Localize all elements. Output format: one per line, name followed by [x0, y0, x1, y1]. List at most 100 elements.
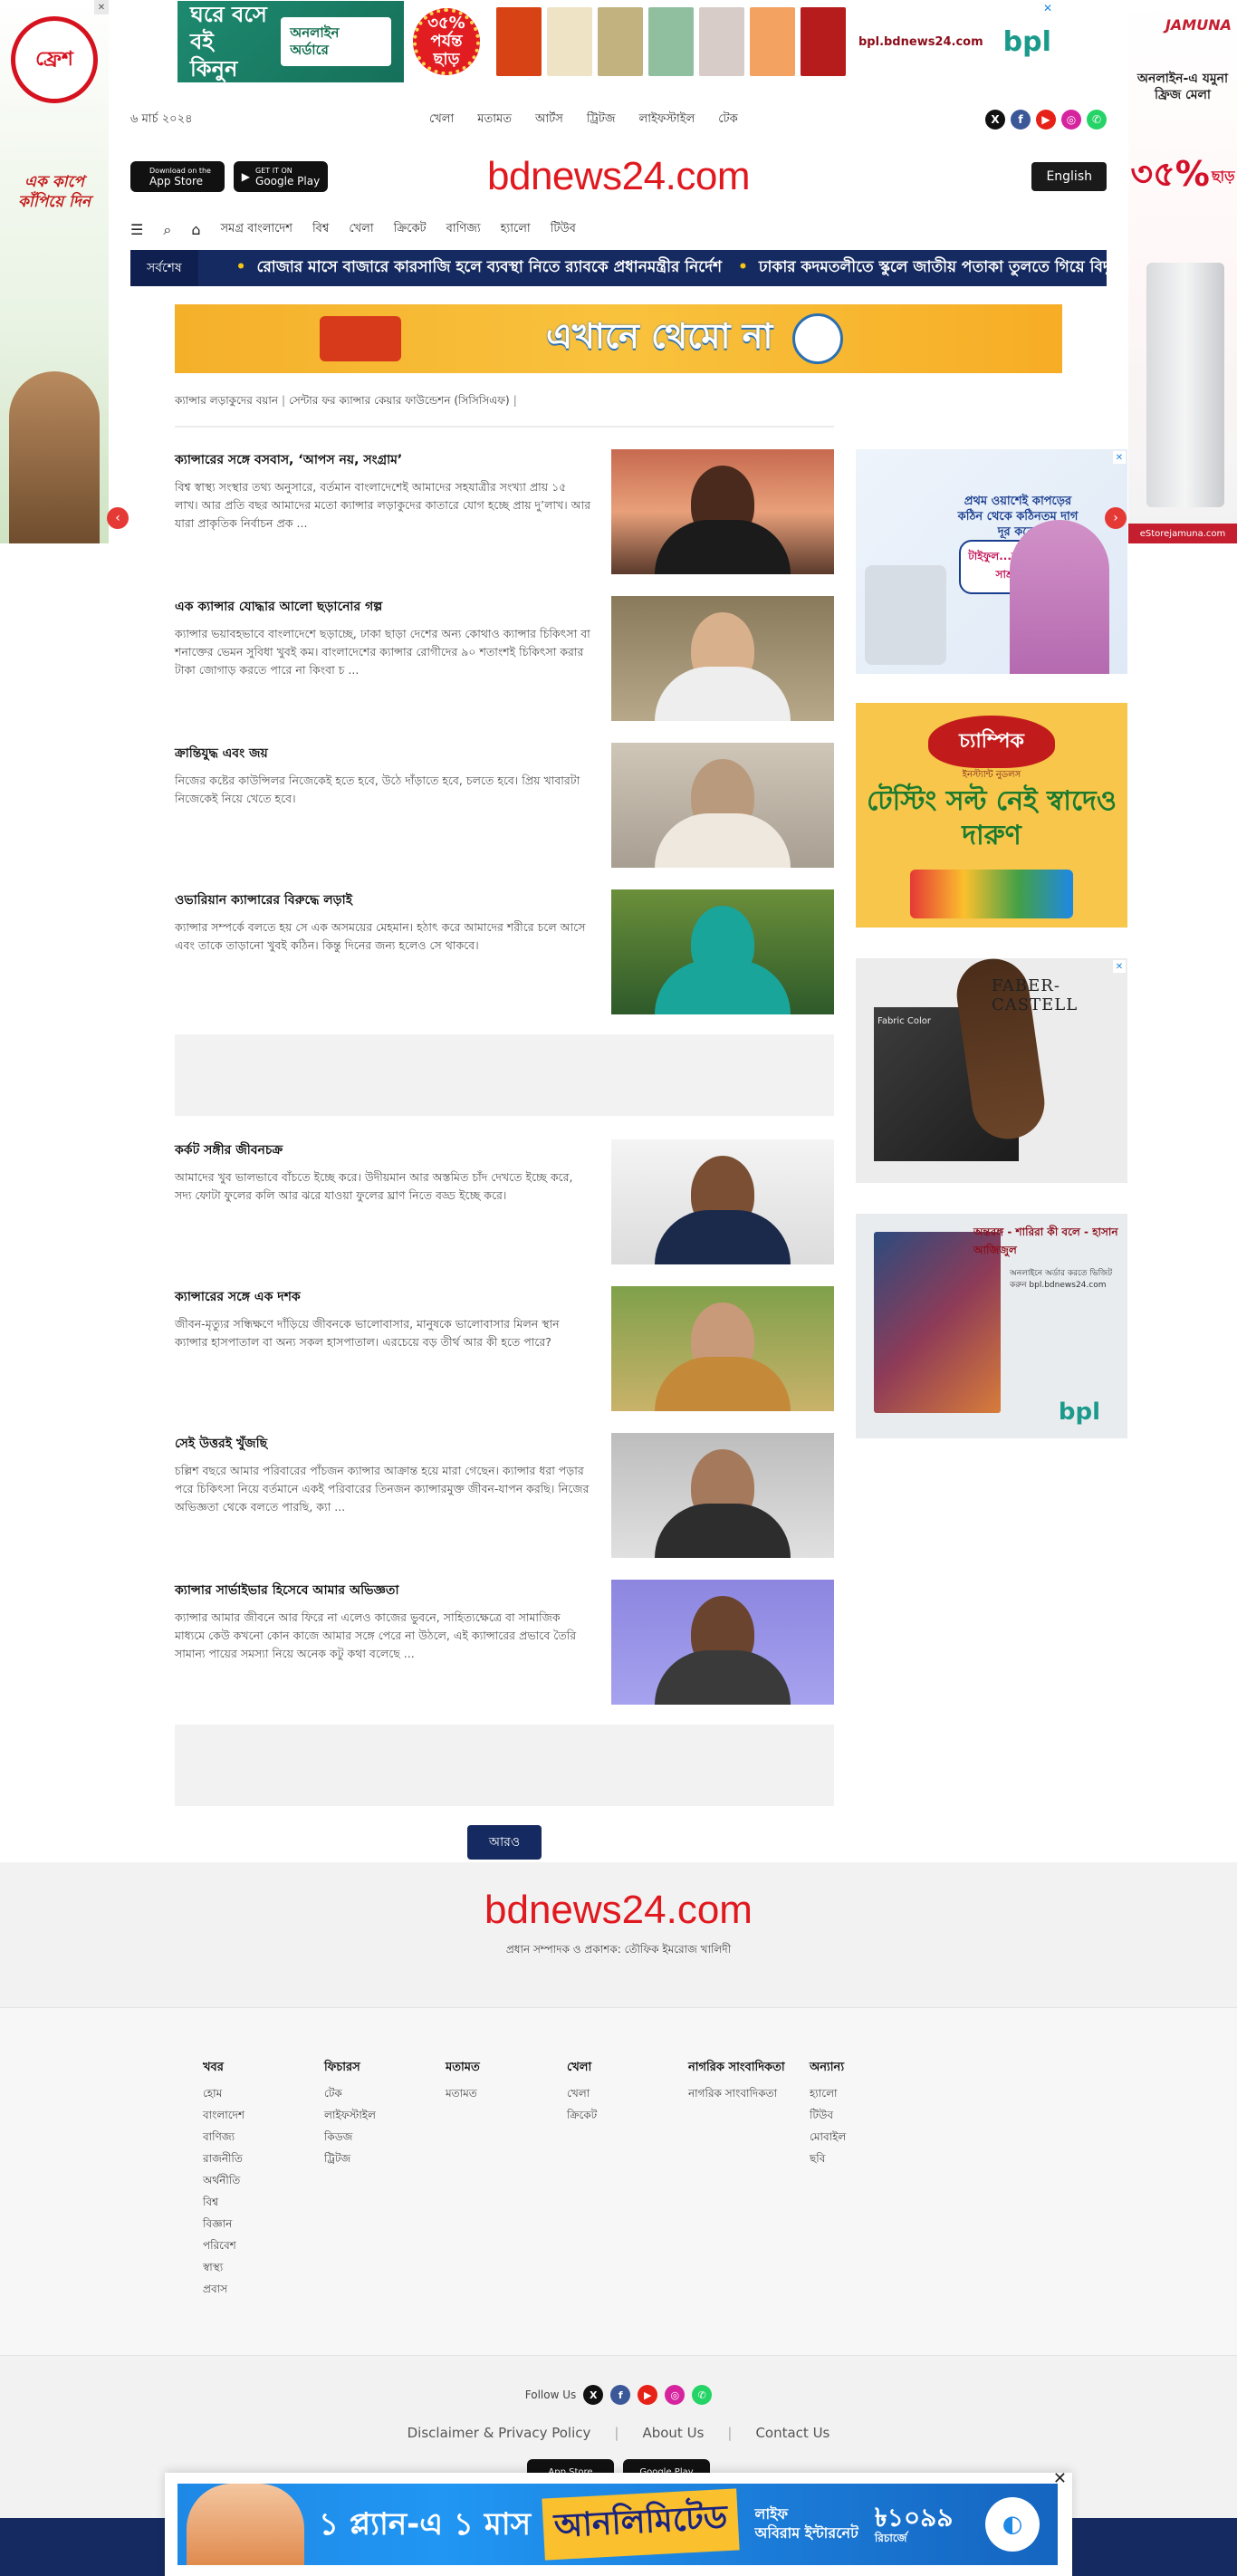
footer-link[interactable]: বিশ্ব: [203, 2191, 312, 2213]
footer-link[interactable]: বাংলাদেশ: [203, 2104, 312, 2126]
english-button[interactable]: English: [1031, 162, 1107, 191]
footer-link[interactable]: লাইফস্টাইল: [324, 2104, 433, 2126]
footer-link[interactable]: ক্রিকেট: [567, 2104, 676, 2126]
article-image[interactable]: [611, 1580, 834, 1705]
left-skyscraper-ad[interactable]: ফ্রেশ এক কাপে কাঁপিয়ে দিন: [0, 0, 109, 543]
footer-link[interactable]: রাজনীতি: [203, 2148, 312, 2169]
top-nav-item[interactable]: মতামত: [477, 111, 512, 130]
article-image[interactable]: [611, 1139, 834, 1264]
close-icon[interactable]: ✕: [1043, 2, 1052, 14]
privacy-link[interactable]: Disclaimer & Privacy Policy: [408, 2425, 591, 2441]
article-card[interactable]: ক্রান্তিযুদ্ধ এবং জয় নিজের কষ্টের কাউন্…: [175, 743, 834, 870]
close-icon[interactable]: ✕: [1053, 2469, 1067, 2488]
breadcrumb-item[interactable]: ক্যান্সার লড়াকুদের বয়ান: [175, 394, 278, 407]
article-card[interactable]: কর্কট সঙ্গীর জীবনচক্র আমাদের খুব ভালভাবে…: [175, 1139, 834, 1266]
site-logo[interactable]: bdnews24.com: [487, 154, 750, 199]
article-card[interactable]: সেই উত্তরই খুঁজছি চল্লিশ বছরে আমার পরিবা…: [175, 1433, 834, 1560]
article-title[interactable]: কর্কট সঙ্গীর জীবনচক্র: [175, 1139, 591, 1161]
top-nav-item[interactable]: খেলা: [429, 111, 454, 130]
menu-icon[interactable]: ☰: [130, 221, 143, 238]
app-store-button[interactable]: Download on the App Store: [130, 161, 225, 192]
chevron-right-icon[interactable]: ›: [1105, 507, 1127, 529]
article-title[interactable]: ক্যান্সারের সঙ্গে এক দশক: [175, 1286, 591, 1308]
article-image[interactable]: [611, 449, 834, 574]
footer-link[interactable]: অর্থনীতি: [203, 2169, 312, 2191]
footer-link[interactable]: মতামত: [446, 2082, 554, 2104]
youtube-icon[interactable]: ▶: [638, 2385, 658, 2405]
x-twitter-icon[interactable]: X: [985, 110, 1005, 130]
google-play-button[interactable]: ▶ GET IT ON Google Play: [234, 161, 328, 192]
nav-item[interactable]: টিউব: [551, 220, 576, 239]
footer-link[interactable]: ট্রিটজ: [324, 2148, 433, 2169]
nav-item[interactable]: বাণিজ্য: [446, 220, 481, 239]
home-icon[interactable]: ⌂: [191, 221, 200, 238]
top-nav-item[interactable]: টেক: [718, 111, 737, 130]
article-image[interactable]: [611, 1286, 834, 1411]
article-card[interactable]: ক্যান্সারের সঙ্গে এক দশক জীবন-মৃত্যুর সন…: [175, 1286, 834, 1413]
footer-link[interactable]: স্বাস্থ্য: [203, 2256, 312, 2278]
footer-link[interactable]: কিডজ: [324, 2126, 433, 2148]
nav-item[interactable]: সমগ্র বাংলাদেশ: [220, 220, 292, 239]
whatsapp-icon[interactable]: ✆: [1087, 110, 1107, 130]
nav-item[interactable]: হ্যালো: [501, 220, 531, 239]
breadcrumb-item[interactable]: সেন্টার ফর ক্যান্সার কেয়ার ফাউন্ডেশন (স…: [289, 394, 510, 407]
article-card[interactable]: ওভারিয়ান ক্যান্সারের বিরুদ্ধে লড়াই ক্য…: [175, 889, 834, 1016]
footer-link[interactable]: টেক: [324, 2082, 433, 2104]
whatsapp-icon[interactable]: ✆: [692, 2385, 713, 2405]
sticky-bottom-ad[interactable]: ১ প্ল্যান-এ ১ মাস আনলিমিটেড লাইফ অবিরাম ই…: [165, 2469, 1072, 2576]
article-image[interactable]: [611, 889, 834, 1014]
chevron-left-icon[interactable]: ‹: [107, 507, 129, 529]
close-icon[interactable]: ✕: [1113, 451, 1126, 464]
instagram-icon[interactable]: ◎: [1061, 110, 1081, 130]
instagram-icon[interactable]: ◎: [665, 2385, 686, 2405]
footer-link[interactable]: বিজ্ঞান: [203, 2213, 312, 2235]
article-card[interactable]: এক ক্যান্সার যোদ্ধার আলো ছড়ানোর গল্প ক্…: [175, 596, 834, 723]
book-ad[interactable]: অন্তরঙ্গ - শারিরা কী বলে - হাসান আজিজুল …: [856, 1214, 1127, 1438]
noodles-ad[interactable]: চ্যাম্পিক ইনস্ট্যান্ট নুডলস টেস্টিং সল্ট…: [856, 703, 1127, 928]
right-skyscraper-ad[interactable]: JAMUNA অনলাইন-এ যমুনা ফ্রিজ মেলা ৩৫% ছাড়…: [1128, 0, 1237, 543]
nav-item[interactable]: খেলা: [349, 220, 373, 239]
close-icon[interactable]: ✕: [1113, 960, 1126, 973]
top-nav-item[interactable]: ট্রিটজ: [587, 111, 616, 130]
article-image[interactable]: [611, 1433, 834, 1558]
footer-link[interactable]: ছবি: [810, 2148, 918, 2169]
contact-link[interactable]: Contact Us: [755, 2425, 829, 2441]
facebook-icon[interactable]: f: [1011, 110, 1031, 130]
load-more-button[interactable]: আরও: [467, 1825, 542, 1860]
detergent-ad[interactable]: প্রথম ওয়াশেই কাপড়ের কঠিন থেকে কঠিনতম দ…: [856, 449, 1127, 674]
nav-item[interactable]: বিশ্ব: [312, 220, 329, 239]
top-nav-item[interactable]: আর্টস: [535, 111, 563, 130]
article-title[interactable]: ক্যান্সার সার্ভাইভার হিসেবে আমার অভিজ্ঞত…: [175, 1580, 591, 1601]
faber-castell-ad[interactable]: Fabric Color FABER-CASTELL ✕: [856, 958, 1127, 1183]
nav-item[interactable]: ক্রিকেট: [394, 220, 427, 239]
x-twitter-icon[interactable]: X: [583, 2385, 604, 2405]
footer-link[interactable]: হোম: [203, 2082, 312, 2104]
article-image[interactable]: [611, 596, 834, 721]
footer-link[interactable]: পরিবেশ: [203, 2235, 312, 2256]
ticker-item[interactable]: রোজার মাসে বাজারে কারসাজি হলে ব্যবস্থা ন…: [257, 258, 723, 276]
banner-ad[interactable]: এখানে থেমো না: [175, 304, 1062, 373]
article-title[interactable]: সেই উত্তরই খুঁজছি: [175, 1433, 591, 1455]
footer-link[interactable]: বাণিজ্য: [203, 2126, 312, 2148]
article-title[interactable]: ক্রান্তিযুদ্ধ এবং জয়: [175, 743, 591, 764]
article-title[interactable]: ক্যান্সারের সঙ্গে বসবাস, ‘আপস নয়, সংগ্র…: [175, 449, 591, 471]
article-card[interactable]: ক্যান্সারের সঙ্গে বসবাস, ‘আপস নয়, সংগ্র…: [175, 449, 834, 576]
about-link[interactable]: About Us: [642, 2425, 704, 2441]
footer-link[interactable]: মোবাইল: [810, 2126, 918, 2148]
top-banner-ad[interactable]: ঘরে বসে বই কিনুন অনলাইন অর্ডারে ৩৫% পর্যন…: [177, 0, 1056, 83]
ticker-item[interactable]: ঢাকার কদমতলীতে স্কুলে জাতীয় পতাকা তুলতে…: [759, 258, 1107, 276]
facebook-icon[interactable]: f: [610, 2385, 631, 2405]
footer-link[interactable]: প্রবাস: [203, 2278, 312, 2300]
close-icon[interactable]: ✕: [94, 0, 109, 14]
grameenphone-ad[interactable]: ১ প্ল্যান-এ ১ মাস আনলিমিটেড লাইফ অবিরাম ই…: [177, 2484, 1058, 2565]
footer-link[interactable]: টিউব: [810, 2104, 918, 2126]
article-title[interactable]: ওভারিয়ান ক্যান্সারের বিরুদ্ধে লড়াই: [175, 889, 591, 911]
article-image[interactable]: [611, 743, 834, 868]
footer-link[interactable]: খেলা: [567, 2082, 676, 2104]
search-icon[interactable]: ⌕: [163, 221, 171, 239]
article-title[interactable]: এক ক্যান্সার যোদ্ধার আলো ছড়ানোর গল্প: [175, 596, 591, 618]
top-nav-item[interactable]: লাইফস্টাইল: [639, 111, 695, 130]
youtube-icon[interactable]: ▶: [1036, 110, 1056, 130]
footer-link[interactable]: হ্যালো: [810, 2082, 918, 2104]
article-card[interactable]: ক্যান্সার সার্ভাইভার হিসেবে আমার অভিজ্ঞত…: [175, 1580, 834, 1706]
